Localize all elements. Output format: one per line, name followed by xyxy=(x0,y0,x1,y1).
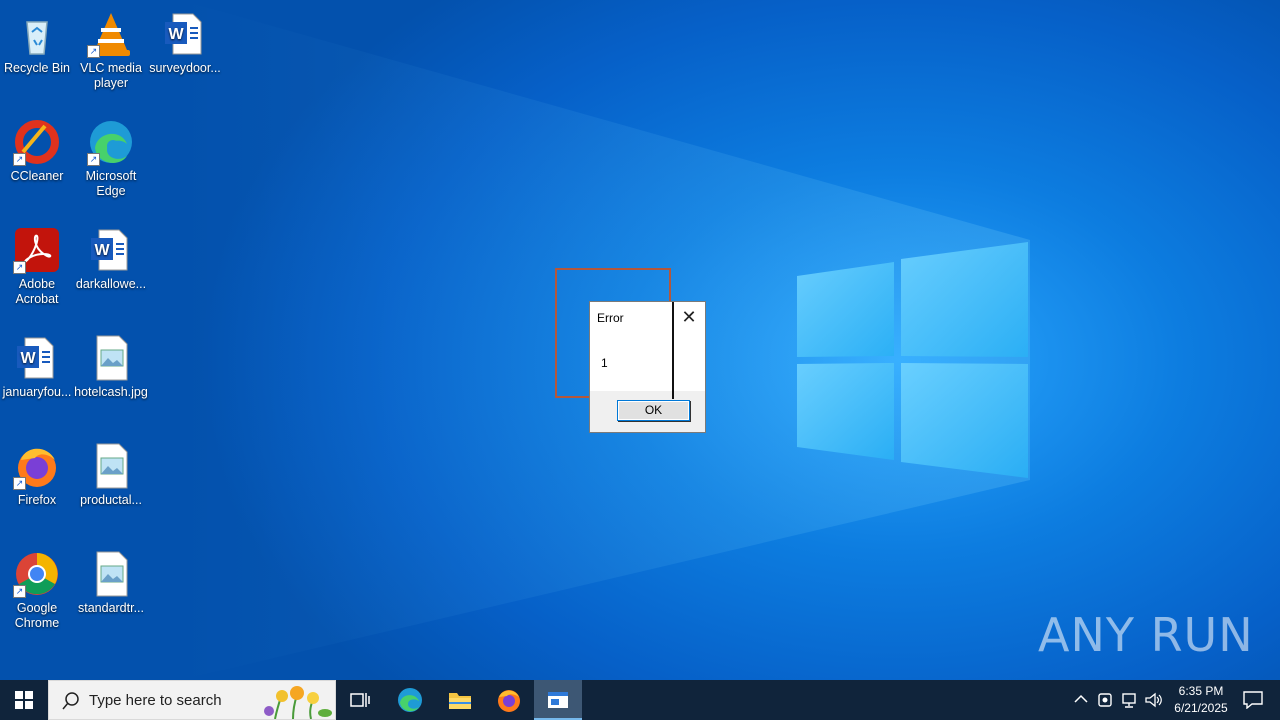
desktop-icon-label: darkallowe... xyxy=(75,277,147,291)
svg-text:W: W xyxy=(168,26,184,43)
clock-date: 6/21/2025 xyxy=(1174,701,1228,715)
desktop-icon-label: Adobe Acrobat xyxy=(15,277,59,306)
edge-icon: ↗ xyxy=(87,118,135,166)
desktop-icon-label: surveydoor... xyxy=(149,61,221,75)
shortcut-arrow-icon: ↗ xyxy=(13,585,26,598)
search-placeholder: Type here to search xyxy=(89,692,222,709)
notification-center-icon[interactable] xyxy=(1243,691,1263,709)
window-edge-artifact xyxy=(672,302,674,399)
desktop-icon-chrome[interactable]: ↗ Google Chrome xyxy=(0,546,74,631)
close-icon[interactable]: ✕ xyxy=(673,302,705,332)
dialog-title: Error xyxy=(597,311,624,325)
image-file-icon xyxy=(87,334,135,382)
desktop-icon-acrobat[interactable]: ↗ Adobe Acrobat xyxy=(0,222,74,307)
desktop-icon-label: productal... xyxy=(80,493,142,507)
desktop-icon-edge[interactable]: ↗ Microsoft Edge xyxy=(74,114,148,199)
desktop-icon-label: Firefox xyxy=(17,493,57,507)
svg-text:W: W xyxy=(20,350,36,367)
desktop-icon-hotelcash[interactable]: hotelcash.jpg xyxy=(74,330,148,400)
desktop-icon-vlc[interactable]: ↗ VLC media player xyxy=(74,6,148,91)
shortcut-arrow-icon: ↗ xyxy=(87,45,100,58)
system-tray: 6:35 PM 6/21/2025 xyxy=(1070,680,1280,720)
word-document-icon: W xyxy=(161,10,209,58)
desktop-icon-firefox[interactable]: ↗ Firefox xyxy=(0,438,74,508)
dialog-footer: OK xyxy=(590,391,705,432)
desktop-icon-surveydoor[interactable]: W surveydoor... xyxy=(148,6,222,76)
ok-button[interactable]: OK xyxy=(617,400,690,421)
vlc-icon: ↗ xyxy=(87,10,135,58)
shortcut-arrow-icon: ↗ xyxy=(13,477,26,490)
taskbar-search-box[interactable]: Type here to search xyxy=(48,680,336,720)
windows-logo-icon xyxy=(15,691,33,709)
desktop-icon-label: hotelcash.jpg xyxy=(74,385,148,399)
image-file-icon xyxy=(87,550,135,598)
volume-icon[interactable] xyxy=(1144,692,1162,708)
dialog-window-icon xyxy=(548,692,568,708)
shortcut-arrow-icon: ↗ xyxy=(13,261,26,274)
desktop-icon-januaryfou[interactable]: W januaryfou... xyxy=(0,330,74,400)
svg-text:W: W xyxy=(94,242,110,259)
firefox-icon xyxy=(498,690,520,712)
chrome-icon: ↗ xyxy=(13,550,61,598)
ccleaner-icon: ↗ xyxy=(13,118,61,166)
firefox-icon: ↗ xyxy=(13,442,61,490)
network-icon[interactable] xyxy=(1120,692,1138,708)
clock-time: 6:35 PM xyxy=(1178,684,1224,698)
desktop-icon-label: standardtr... xyxy=(77,601,144,615)
search-flowers-illustration-icon xyxy=(264,686,332,719)
task-view-icon xyxy=(350,693,370,707)
desktop-icon-standardtr[interactable]: standardtr... xyxy=(74,546,148,616)
word-document-icon: W xyxy=(13,334,61,382)
error-dialog: Error ✕ 1 OK xyxy=(589,301,706,433)
dialog-message: 1 xyxy=(601,356,608,370)
taskbar-edge-button[interactable] xyxy=(386,680,434,720)
chevron-up-icon[interactable] xyxy=(1074,694,1088,704)
taskbar: Type here to search 6:35 PM 6/21/2025 xyxy=(0,680,1280,720)
desktop-icon-label: Microsoft Edge xyxy=(85,169,137,198)
folder-icon xyxy=(449,693,471,709)
shortcut-arrow-icon: ↗ xyxy=(87,153,100,166)
taskbar-clock[interactable]: 6:35 PM 6/21/2025 xyxy=(1165,683,1237,717)
taskbar-firefox-button[interactable] xyxy=(485,680,533,720)
desktop-icon-recycle-bin[interactable]: Recycle Bin xyxy=(0,6,74,76)
desktop-icon-label: Recycle Bin xyxy=(4,61,70,75)
recycle-bin-icon xyxy=(13,10,61,58)
acrobat-icon: ↗ xyxy=(13,226,61,274)
image-file-icon xyxy=(87,442,135,490)
word-document-icon: W xyxy=(87,226,135,274)
edge-icon xyxy=(398,688,422,712)
shortcut-arrow-icon: ↗ xyxy=(13,153,26,166)
desktop-icon-productal[interactable]: productal... xyxy=(74,438,148,508)
start-button[interactable] xyxy=(0,680,48,720)
task-view-button[interactable] xyxy=(336,680,384,720)
search-icon xyxy=(62,692,79,710)
desktop-icon-ccleaner[interactable]: ↗ CCleaner xyxy=(0,114,74,184)
meet-now-icon[interactable] xyxy=(1097,692,1113,708)
desktop-icon-label: januaryfou... xyxy=(2,385,72,399)
desktop: Recycle Bin ↗ VLC media player W surveyd… xyxy=(0,0,1280,680)
desktop-icon-label: Google Chrome xyxy=(14,601,60,630)
anyrun-watermark: ANY RUN xyxy=(1038,608,1254,662)
taskbar-active-app-button[interactable] xyxy=(534,680,582,720)
desktop-icon-label: CCleaner xyxy=(10,169,64,183)
desktop-icon-label: VLC media player xyxy=(80,61,142,90)
desktop-icon-darkallowe[interactable]: W darkallowe... xyxy=(74,222,148,292)
taskbar-file-explorer-button[interactable] xyxy=(436,680,484,720)
